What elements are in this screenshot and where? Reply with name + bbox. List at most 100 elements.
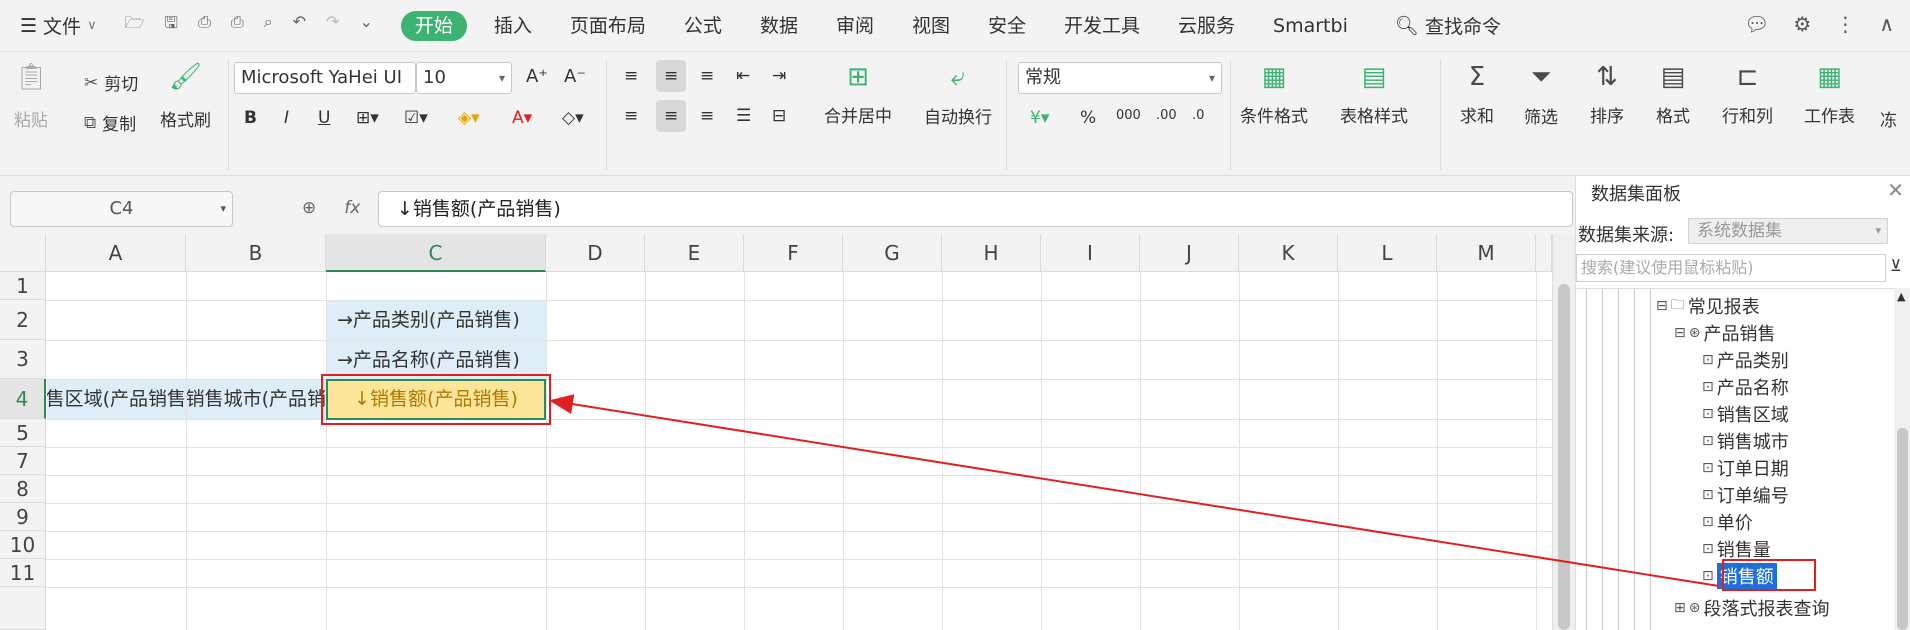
row-header[interactable]: 10 <box>0 531 46 559</box>
align-right-button[interactable]: ≡ <box>700 106 714 126</box>
panel-search-input[interactable]: 搜索(建议使用鼠标粘贴) <box>1576 254 1886 282</box>
align-bottom-button[interactable]: ≡ <box>700 66 714 86</box>
column-header[interactable]: K <box>1239 234 1338 272</box>
font-size-select[interactable]: 10 ▾ <box>416 62 512 94</box>
indent-decrease-button[interactable]: ⇤ <box>736 66 750 86</box>
justify-button[interactable]: ☰ <box>736 106 751 126</box>
row-header[interactable]: 4 <box>0 379 46 419</box>
tab-page-layout[interactable]: 页面布局 <box>551 0 665 52</box>
command-search[interactable]: 🔍︎ 查找命令 <box>1395 12 1501 39</box>
column-header[interactable]: G <box>843 234 942 272</box>
column-header[interactable]: I <box>1041 234 1140 272</box>
freeze-button[interactable]: 冻 <box>1880 106 1897 131</box>
customize-icon[interactable]: ⌄ <box>359 12 372 39</box>
row-header[interactable]: 1 <box>0 272 46 300</box>
print-icon[interactable]: ⎙ <box>231 12 244 39</box>
tree-dataset[interactable]: ⊟ ⊛ 产品销售 <box>1674 320 1775 346</box>
format-button[interactable]: ▤ 格式 <box>1656 62 1690 127</box>
column-header[interactable]: C <box>326 234 546 272</box>
decrease-decimal-button[interactable]: .0 <box>1192 108 1204 123</box>
tree-field[interactable]: ⊡ 销售城市 <box>1702 428 1789 454</box>
filter-button[interactable]: ⏷ 筛选 <box>1524 62 1558 128</box>
print-preview-icon[interactable]: ⌕ <box>264 12 273 39</box>
column-header[interactable]: F <box>744 234 843 272</box>
formula-input[interactable]: ↓销售额(产品销售) <box>378 191 1573 227</box>
thousands-button[interactable]: 000 <box>1116 108 1141 123</box>
row-header[interactable]: 8 <box>0 475 46 503</box>
row-header[interactable]: 11 <box>0 559 46 587</box>
align-top-button[interactable]: ≡ <box>624 66 638 86</box>
row-header[interactable]: 2 <box>0 300 46 340</box>
align-middle-button[interactable]: ≡ <box>656 60 687 92</box>
cell-a4[interactable]: 销售区域(产品销售 <box>47 380 186 419</box>
row-header[interactable]: 3 <box>0 340 46 379</box>
column-header[interactable]: L <box>1338 234 1437 272</box>
font-color-button[interactable]: A▾ <box>512 108 532 128</box>
paste-button[interactable]: 📋︎ 粘贴 <box>14 62 48 131</box>
tab-developer[interactable]: 开发工具 <box>1045 0 1159 52</box>
column-header[interactable]: E <box>645 234 744 272</box>
align-left-button[interactable]: ≡ <box>624 106 638 126</box>
italic-button[interactable]: I <box>284 108 289 128</box>
export-pdf-icon[interactable]: ⎙ <box>198 12 211 39</box>
distributed-button[interactable]: ⊟ <box>772 106 786 126</box>
merge-center-button[interactable]: ⊞ 合并居中 <box>824 62 892 127</box>
tab-data[interactable]: 数据 <box>741 0 817 52</box>
save-icon[interactable]: 🖫 <box>164 12 178 39</box>
cell-style-button[interactable]: ☑▾ <box>404 108 428 128</box>
row-header[interactable] <box>0 587 46 630</box>
tree-field[interactable]: ⊡ 单价 <box>1702 509 1753 535</box>
file-menu[interactable]: ☰ 文件 ∨ <box>0 12 97 39</box>
select-all-corner[interactable] <box>0 234 46 272</box>
worksheet-button[interactable]: ▦ 工作表 <box>1804 62 1855 127</box>
sort-button[interactable]: ⇅ 排序 <box>1590 62 1624 127</box>
cut-button[interactable]: ✂ 剪切 <box>84 70 138 96</box>
sum-button[interactable]: Σ 求和 <box>1460 62 1494 127</box>
column-header[interactable]: A <box>46 234 186 272</box>
grid-scrollbar[interactable] <box>1552 234 1575 630</box>
tab-cloud[interactable]: 云服务 <box>1159 0 1254 52</box>
indent-increase-button[interactable]: ⇥ <box>772 66 786 86</box>
tab-insert[interactable]: 插入 <box>475 0 551 52</box>
column-header[interactable]: H <box>942 234 1041 272</box>
format-painter-button[interactable]: 🖌︎ 格式刷 <box>160 62 211 131</box>
collapse-icon[interactable]: ∧ <box>1879 12 1894 36</box>
tree-field[interactable]: ⊡ 订单日期 <box>1702 455 1789 481</box>
number-format-select[interactable]: 常规 ▾ <box>1018 62 1222 94</box>
column-header[interactable]: B <box>186 234 326 272</box>
tab-review[interactable]: 审阅 <box>817 0 893 52</box>
column-header[interactable]: D <box>546 234 645 272</box>
increase-decimal-button[interactable]: .00 <box>1156 108 1177 123</box>
open-icon[interactable]: 🗁 <box>125 12 145 39</box>
bold-button[interactable]: B <box>244 108 257 128</box>
tab-security[interactable]: 安全 <box>969 0 1045 52</box>
tab-home[interactable]: 开始 <box>400 10 467 41</box>
currency-button[interactable]: ¥▾ <box>1030 108 1049 128</box>
row-col-button[interactable]: ⊏ 行和列 <box>1722 62 1773 127</box>
comment-icon[interactable]: 💬︎ <box>1744 12 1769 36</box>
scrollbar-thumb[interactable] <box>1897 428 1908 630</box>
close-icon[interactable]: ✕ <box>1887 178 1904 202</box>
tab-view[interactable]: 视图 <box>893 0 969 52</box>
cell-b4[interactable]: 销售城市(产品销 <box>187 380 326 419</box>
tree-field[interactable]: ⊡ 销售区域 <box>1702 401 1789 427</box>
border-button[interactable]: ⊞▾ <box>356 108 379 128</box>
align-center-button[interactable]: ≡ <box>656 100 687 132</box>
underline-button[interactable]: U <box>318 108 330 128</box>
undo-icon[interactable]: ↶ <box>293 12 306 39</box>
conditional-format-button[interactable]: ▦ 条件格式 <box>1240 62 1308 127</box>
tree-dataset[interactable]: ⊞ ⊛ 段落式报表查询 <box>1674 595 1829 621</box>
clear-button[interactable]: ◇▾ <box>562 108 584 128</box>
tree-field[interactable]: ⊡ 产品类别 <box>1702 347 1789 373</box>
source-select[interactable]: 系统数据集 ▾ <box>1688 218 1888 244</box>
fx-icon[interactable]: fx <box>344 198 360 218</box>
scroll-up-icon[interactable]: ▲ <box>1897 290 1905 303</box>
more-icon[interactable]: ⋮ <box>1835 12 1855 36</box>
zoom-icon[interactable]: ⊕ <box>302 198 316 218</box>
column-header[interactable]: M <box>1437 234 1536 272</box>
decrease-font-button[interactable]: A⁻ <box>564 66 586 87</box>
tree-field[interactable]: ⊡ 产品名称 <box>1702 374 1789 400</box>
wrap-text-button[interactable]: ⤶ 自动换行 <box>924 62 992 128</box>
row-header[interactable]: 9 <box>0 503 46 531</box>
redo-icon[interactable]: ↷ <box>326 12 339 39</box>
